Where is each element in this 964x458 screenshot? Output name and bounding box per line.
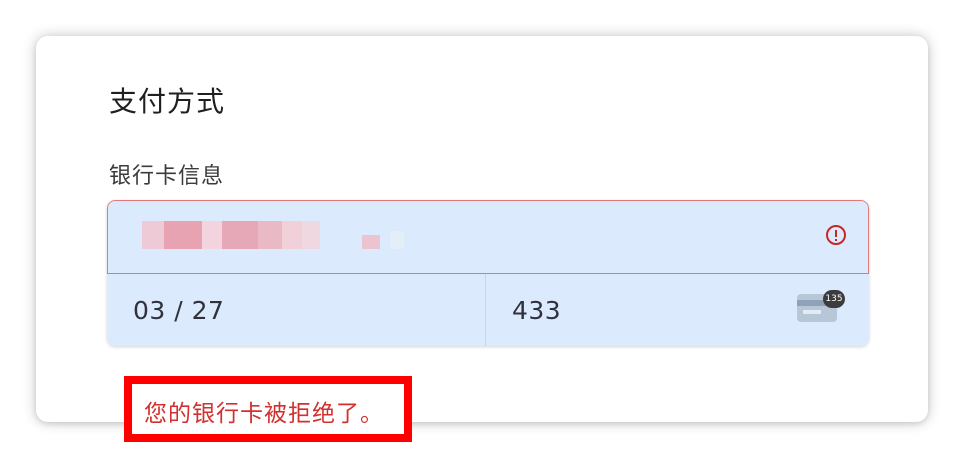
redacted-card-number (282, 221, 302, 249)
cvc-value: 433 (512, 296, 562, 325)
error-circle-icon (826, 225, 846, 245)
redacted-card-number (362, 235, 380, 249)
redacted-card-number (258, 221, 282, 249)
payment-card: 支付方式 银行卡信息 03 / 27 433 135 您的银行卡被拒绝了。 (36, 36, 928, 442)
error-highlight-box: 您的银行卡被拒绝了。 (124, 376, 412, 442)
card-signature-strip (803, 310, 821, 314)
redacted-card-number (390, 231, 404, 249)
redacted-card-number (164, 221, 202, 249)
card-declined-error: 您的银行卡被拒绝了。 (144, 401, 384, 427)
page: 支付方式 银行卡信息 03 / 27 433 135 您的银行卡被拒绝了。 (0, 0, 964, 458)
cvc-badge: 135 (823, 290, 845, 308)
redacted-card-number (142, 221, 164, 249)
error-message-container: 您的银行卡被拒绝了。 (132, 384, 404, 434)
card-info-label: 银行卡信息 (109, 164, 225, 189)
card-input-group: 03 / 27 433 135 (107, 200, 869, 346)
cvc-field[interactable]: 433 135 (486, 274, 869, 346)
card-number-field[interactable] (107, 200, 869, 274)
page-title: 支付方式 (109, 85, 226, 118)
redacted-card-number (302, 221, 320, 249)
redacted-card-number (222, 221, 258, 249)
expiry-field[interactable]: 03 / 27 (107, 274, 486, 346)
redacted-card-number (202, 221, 222, 249)
expiry-value: 03 / 27 (133, 296, 225, 325)
